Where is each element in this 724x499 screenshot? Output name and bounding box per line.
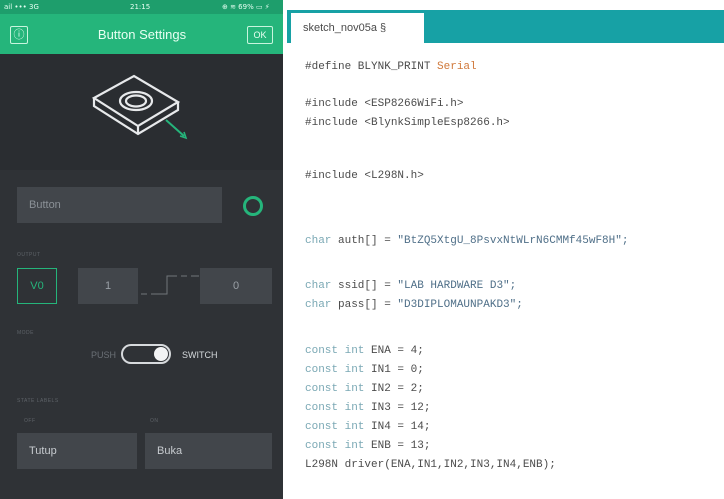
state-labels-section-label: STATE LABELS	[17, 398, 59, 404]
info-icon[interactable]: ⓘ	[10, 26, 28, 44]
on-label-input[interactable]: Buka	[145, 433, 272, 469]
code-line-include-blynk: #include <BlynkSimpleEsp8266.h>	[305, 117, 510, 129]
color-picker-icon[interactable]	[243, 196, 263, 216]
code-line-ssid: char ssid[] = "LAB HARDWARE D3";	[305, 280, 517, 292]
arduino-editor: sketch_nov05a § #define BLYNK_PRINT Seri…	[283, 0, 724, 499]
mode-section-label: MODE	[17, 330, 34, 336]
mode-toggle[interactable]	[121, 344, 171, 364]
toggle-knob	[154, 347, 168, 361]
widget-illustration	[0, 54, 283, 170]
pin-selector[interactable]: V0	[17, 268, 57, 304]
clock: 21:15	[130, 3, 151, 11]
code-line-ena: const int ENA = 4;	[305, 345, 424, 357]
ok-button[interactable]: OK	[247, 26, 273, 44]
code-line-enb: const int ENB = 13;	[305, 440, 431, 452]
battery-status: ⊕ ≋ 69% ▭ ⚡	[222, 3, 270, 11]
page-title: Button Settings	[97, 27, 187, 42]
off-label-input[interactable]: Tutup	[17, 433, 137, 469]
code-line-include-wifi: #include <ESP8266WiFi.h>	[305, 98, 464, 110]
code-line-define: #define BLYNK_PRINT Serial	[305, 61, 477, 73]
output-low-value[interactable]: 1	[78, 268, 138, 304]
code-line-in4: const int IN4 = 14;	[305, 421, 431, 433]
code-line-in3: const int IN3 = 12;	[305, 402, 431, 414]
status-bar: ail ••• 3G 21:15 ⊕ ≋ 69% ▭ ⚡	[0, 0, 283, 14]
code-line-driver: L298N driver(ENA,IN1,IN2,IN3,IN4,ENB);	[305, 459, 556, 471]
step-signal-icon	[141, 275, 199, 295]
tab-sketch[interactable]: sketch_nov05a §	[291, 13, 424, 43]
code-line-include-l298n: #include <L298N.h>	[305, 170, 424, 182]
editor-tab-bar: sketch_nov05a §	[287, 10, 724, 43]
code-line-in2: const int IN2 = 2;	[305, 383, 424, 395]
button-widget-icon	[91, 74, 188, 140]
button-name-input[interactable]: Button	[17, 187, 222, 223]
mode-push-label[interactable]: PUSH	[91, 350, 116, 360]
off-label-caption: OFF	[24, 418, 36, 424]
signal-status: ail ••• 3G	[4, 3, 39, 11]
on-label-caption: ON	[150, 418, 159, 424]
code-line-in1: const int IN1 = 0;	[305, 364, 424, 376]
code-line-pass: char pass[] = "D3DIPLOMAUNPAKD3";	[305, 299, 523, 311]
mode-switch-label[interactable]: SWITCH	[182, 350, 218, 360]
blynk-phone-screen: ail ••• 3G 21:15 ⊕ ≋ 69% ▭ ⚡ ⓘ Button Se…	[0, 0, 283, 499]
code-line-auth: char auth[] = "BtZQ5XtgU_8PsvxNtWLrN6CMM…	[305, 235, 629, 247]
app-bar: ⓘ Button Settings OK	[0, 14, 283, 54]
output-high-value[interactable]: 0	[200, 268, 272, 304]
output-section-label: OUTPUT	[17, 252, 41, 258]
